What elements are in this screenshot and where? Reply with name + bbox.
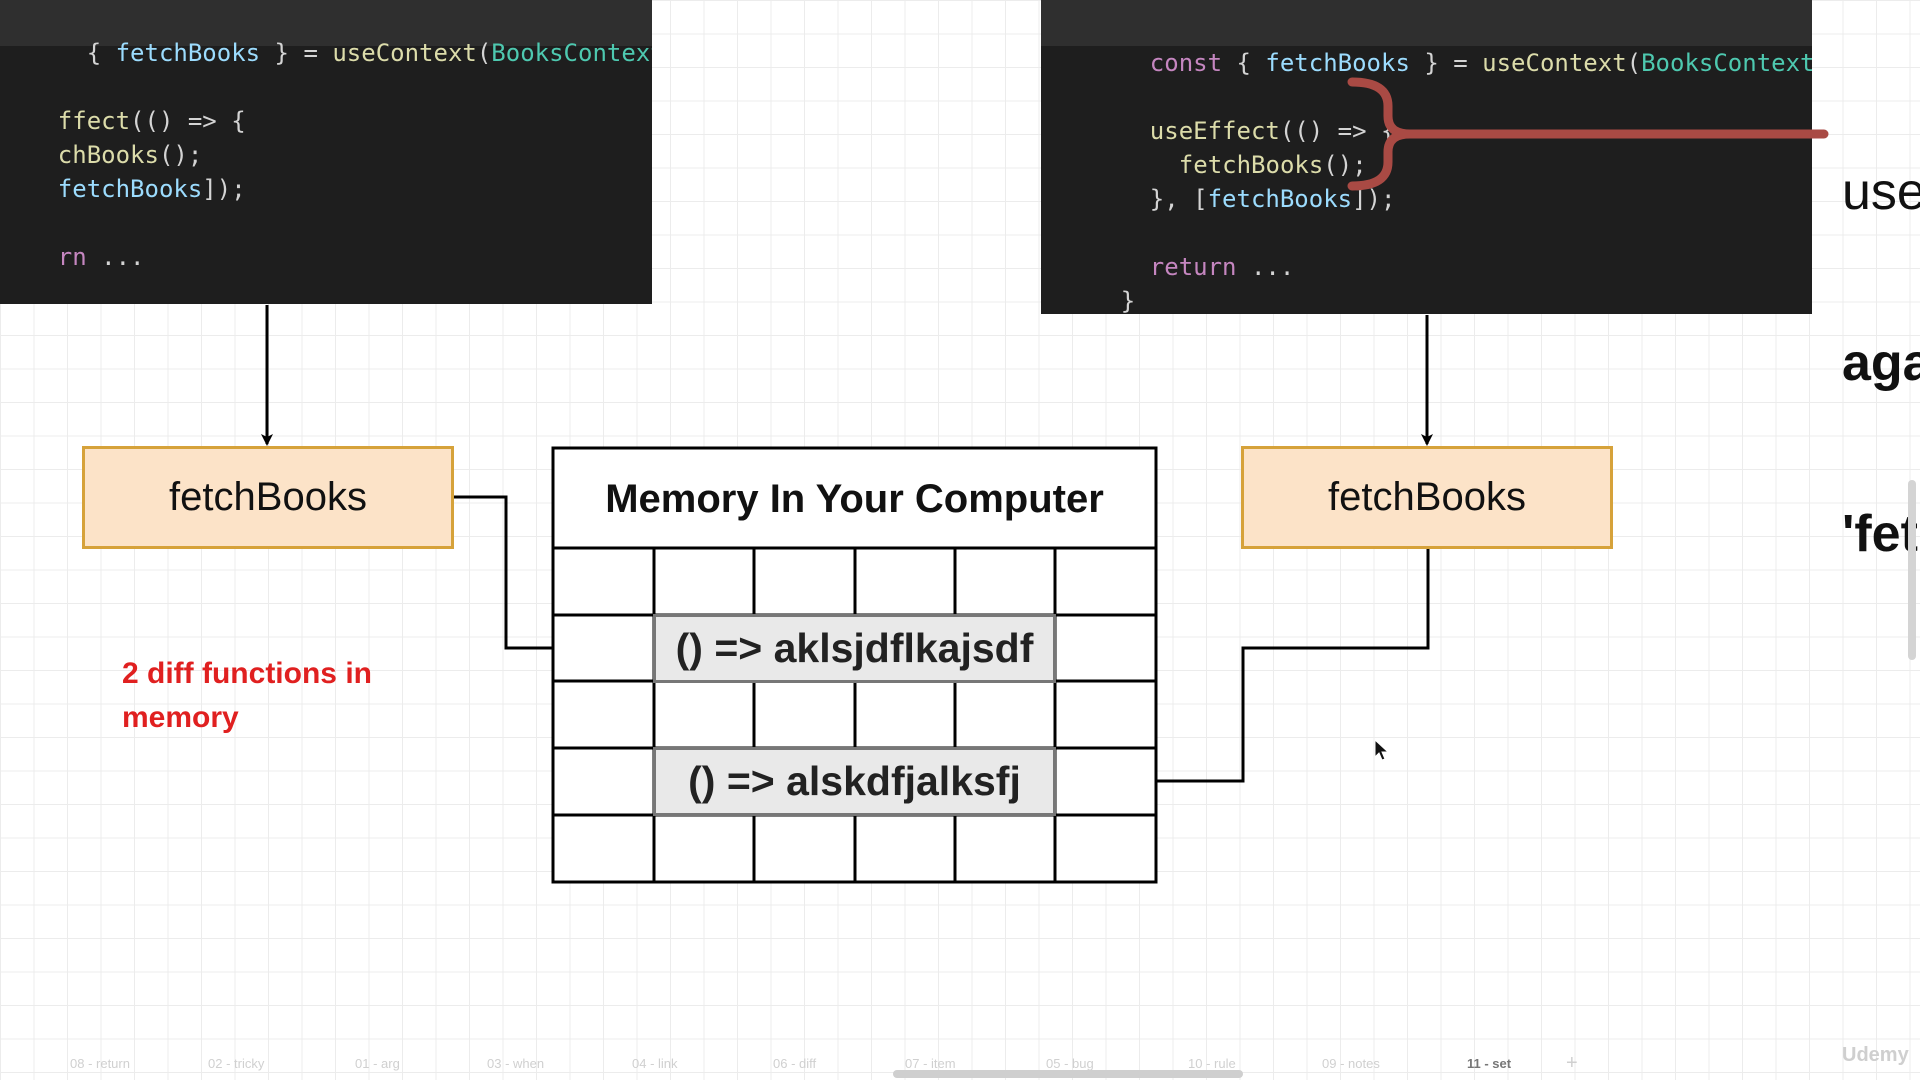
page-tab[interactable]: 04 - link [632,1056,678,1071]
brand-watermark: Udemy [1842,1044,1909,1066]
add-page-icon[interactable]: + [1566,1052,1578,1075]
memory-function-cell-1: () => aklsjdflkajsdf [653,614,1056,683]
memory-title: Memory In Your Computer [605,476,1104,521]
note-text: 2 diff functions in memory [122,652,372,740]
page-tab[interactable]: 06 - diff [773,1056,816,1071]
mouse-cursor-icon [1374,738,1390,761]
page-tab[interactable]: 05 - bug [1046,1056,1094,1071]
page-tab[interactable]: 08 - return [70,1056,130,1071]
note-line: 2 diff functions in [122,657,372,690]
page-tab-active[interactable]: 11 - set [1467,1056,1511,1071]
note-line: memory [122,701,239,734]
page-tab[interactable]: 01 - arg [355,1056,400,1071]
brace-shape [1347,77,1829,191]
memory-function-cell-2: () => alskdfjalksfj [653,747,1056,816]
vertical-scrollbar[interactable] [1908,480,1916,660]
horizontal-scrollbar[interactable] [893,1070,1243,1078]
fetchbooks-box-right: fetchBooks [1241,446,1613,549]
fetchbooks-box-left: fetchBooks [82,446,454,549]
page-tab[interactable]: 07 - item [905,1056,956,1071]
page-tab[interactable]: 02 - tricky [208,1056,264,1071]
page-tab[interactable]: 09 - notes [1322,1056,1380,1071]
page-tab[interactable]: 10 - rule [1188,1056,1236,1071]
page-tab[interactable]: 03 - when [487,1056,544,1071]
